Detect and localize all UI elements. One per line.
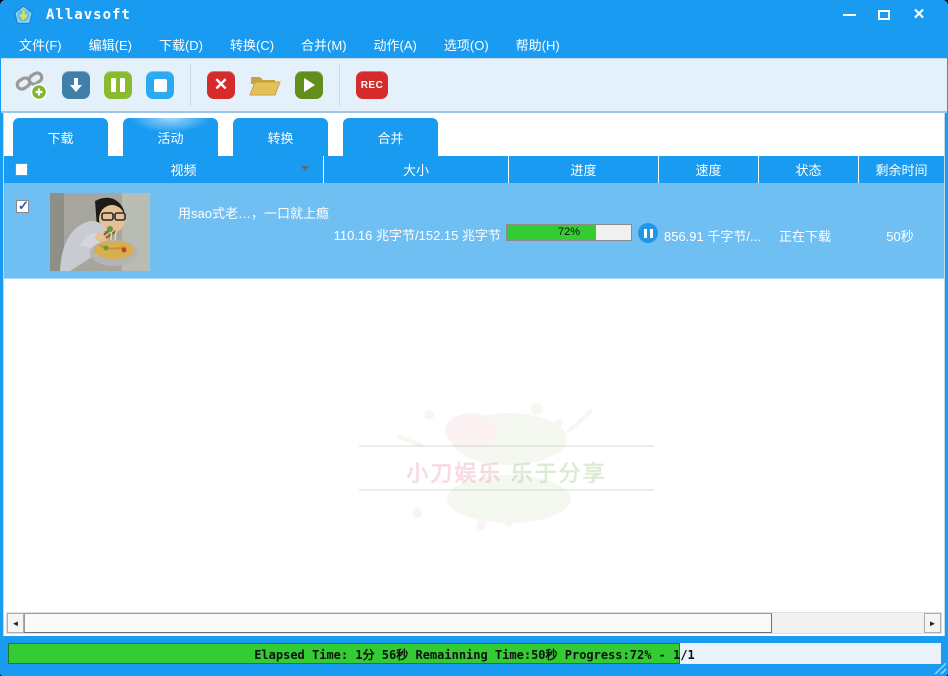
app-title: Allavsoft [46, 7, 131, 23]
main-content: 下载 活动 转换 合并 视频 大小 进度 速度 状态 剩余时间 [3, 113, 945, 636]
download-arrow-icon [68, 77, 84, 93]
column-header-speed[interactable]: 速度 [659, 156, 759, 183]
video-thumbnail [50, 193, 150, 271]
stop-button[interactable] [146, 71, 174, 99]
column-header-remaining[interactable]: 剩余时间 [859, 156, 944, 183]
play-icon [302, 77, 316, 93]
stop-icon [154, 79, 167, 92]
tab-activity[interactable]: 活动 [123, 118, 218, 156]
pause-icon [111, 78, 125, 92]
add-url-button[interactable] [14, 69, 50, 101]
rec-label: REC [361, 80, 384, 91]
progress-bar: 72% [506, 224, 632, 241]
download-row[interactable]: 用sao式老…，一口就上瘾 110.16 兆字节/152.15 兆字节 72% … [4, 183, 944, 279]
progress-percent: 72% [507, 226, 631, 238]
toolbar-separator [339, 64, 340, 106]
table-header: 视频 大小 进度 速度 状态 剩余时间 [4, 156, 944, 183]
menu-convert[interactable]: 转换(C) [225, 33, 279, 56]
horizontal-scrollbar[interactable]: ◄ ► [6, 612, 942, 634]
download-size: 110.16 兆字节/152.15 兆字节 [320, 225, 501, 244]
scrollbar-track[interactable] [772, 613, 924, 633]
menu-file[interactable]: 文件(F) [14, 33, 67, 56]
toolbar-separator [190, 64, 191, 106]
status-text: Elapsed Time: 1分 56秒 Remainning Time:50秒… [8, 646, 941, 663]
app-logo-icon [13, 5, 34, 26]
minimize-icon [843, 14, 856, 16]
delete-button[interactable]: ✕ [207, 71, 235, 99]
tab-merge[interactable]: 合并 [343, 118, 438, 156]
column-header-progress[interactable]: 进度 [509, 156, 659, 183]
scrollbar-thumb[interactable] [24, 613, 772, 633]
watermark: 小刀娱乐 乐于分享 [359, 401, 654, 531]
remaining-time: 50秒 [855, 226, 945, 245]
x-icon: ✕ [214, 77, 228, 93]
app-window: Allavsoft ✕ 文件(F) 编辑(E) 下载(D) 转换(C) 合并(M… [0, 0, 948, 676]
pause-indicator-icon[interactable] [638, 223, 658, 243]
scroll-left-button[interactable]: ◄ [7, 613, 24, 633]
tab-bar: 下载 活动 转换 合并 [4, 113, 944, 156]
maximize-icon [878, 10, 890, 20]
play-button[interactable] [295, 71, 323, 99]
tab-convert[interactable]: 转换 [233, 118, 328, 156]
menu-bar: 文件(F) 编辑(E) 下载(D) 转换(C) 合并(M) 动作(A) 选项(O… [0, 30, 948, 58]
tab-download[interactable]: 下载 [13, 118, 108, 156]
column-header-video[interactable]: 视频 [44, 156, 324, 183]
column-header-size[interactable]: 大小 [324, 156, 509, 183]
menu-options[interactable]: 选项(O) [439, 33, 494, 56]
window-controls: ✕ [842, 6, 926, 24]
status-bar: Elapsed Time: 1分 56秒 Remainning Time:50秒… [0, 636, 948, 676]
menu-action[interactable]: 动作(A) [369, 33, 422, 56]
sort-dropdown-icon[interactable] [301, 166, 309, 171]
pause-button[interactable] [104, 71, 132, 99]
record-button[interactable]: REC [356, 71, 388, 99]
open-folder-button[interactable] [249, 72, 281, 98]
row-checkbox[interactable] [16, 200, 29, 213]
column-header-status[interactable]: 状态 [759, 156, 859, 183]
title-bar: Allavsoft ✕ [0, 0, 948, 30]
menu-merge[interactable]: 合并(M) [296, 33, 352, 56]
minimize-button[interactable] [842, 6, 856, 24]
scroll-right-button[interactable]: ► [924, 613, 941, 633]
close-button[interactable]: ✕ [912, 8, 926, 22]
watermark-text: 小刀娱乐 乐于分享 [359, 456, 654, 488]
menu-help[interactable]: 帮助(H) [511, 33, 565, 56]
maximize-button[interactable] [877, 6, 891, 24]
resize-grip[interactable] [934, 662, 946, 674]
download-status: 正在下载 [755, 226, 855, 245]
menu-edit[interactable]: 编辑(E) [84, 33, 137, 56]
select-all-cell [4, 156, 44, 183]
video-title: 用sao式老…，一口就上瘾 [178, 203, 329, 222]
download-speed: 856.91 千字节/... [664, 226, 761, 245]
overall-progress-track: Elapsed Time: 1分 56秒 Remainning Time:50秒… [8, 643, 941, 664]
download-button[interactable] [62, 71, 90, 99]
menu-download[interactable]: 下载(D) [154, 33, 208, 56]
select-all-checkbox[interactable] [15, 163, 28, 176]
toolbar: ✕ REC [1, 58, 947, 113]
